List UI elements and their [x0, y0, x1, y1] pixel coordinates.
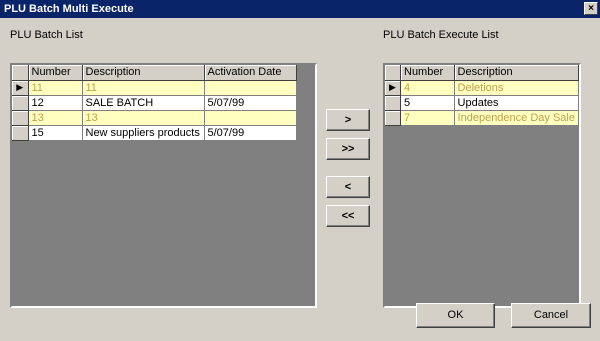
row-indicator-header	[12, 65, 29, 81]
cancel-button[interactable]: Cancel	[511, 303, 591, 328]
cell-number[interactable]: 7	[400, 110, 455, 126]
cell-description[interactable]: 13	[82, 110, 205, 126]
cell-description[interactable]: Updates	[454, 95, 579, 111]
ok-button[interactable]: OK	[416, 303, 495, 328]
cell-date[interactable]: 5/07/99	[204, 95, 297, 111]
row-indicator-header	[385, 65, 401, 81]
table-row[interactable]: ▶ 11 11	[12, 80, 297, 96]
cell-description[interactable]: Independence Day Sale	[454, 110, 579, 126]
cell-number[interactable]: 4	[400, 80, 455, 96]
cell-number[interactable]: 13	[28, 110, 83, 126]
title-bar: PLU Batch Multi Execute ×	[0, 0, 600, 18]
add-selected-button[interactable]: >	[326, 109, 370, 131]
table-row[interactable]: 15 New suppliers products 5/07/99	[12, 125, 297, 141]
column-header-number[interactable]: Number	[400, 65, 455, 81]
window-title: PLU Batch Multi Execute	[4, 3, 134, 15]
row-selector[interactable]	[12, 125, 29, 141]
cell-number[interactable]: 11	[28, 80, 83, 96]
close-button[interactable]: ×	[584, 2, 598, 15]
plu-batch-execute-list-label: PLU Batch Execute List	[383, 29, 499, 41]
plu-batch-execute-list-grid[interactable]: Number Description ▶ 4 Deletions 5 Updates 7 I…	[383, 63, 581, 308]
plu-batch-list-label: PLU Batch List	[10, 29, 83, 41]
table-header-row: Number Description	[385, 65, 579, 81]
close-icon: ×	[588, 3, 594, 14]
row-selector[interactable]	[12, 95, 29, 111]
cell-description[interactable]: Deletions	[454, 80, 579, 96]
row-selector[interactable]	[385, 110, 401, 126]
column-header-number[interactable]: Number	[28, 65, 83, 81]
cell-number[interactable]: 12	[28, 95, 83, 111]
table-header-row: Number Description Activation Date	[12, 65, 297, 81]
column-header-description[interactable]: Description	[454, 65, 579, 81]
cell-description[interactable]: SALE BATCH	[82, 95, 205, 111]
cell-date[interactable]: 5/07/99	[204, 125, 297, 141]
dialog-window: PLU Batch Multi Execute × PLU Batch List…	[0, 0, 600, 341]
row-selector[interactable]	[12, 110, 29, 126]
remove-selected-button[interactable]: <	[326, 176, 370, 198]
plu-batch-list-table: Number Description Activation Date ▶ 11 11…	[12, 65, 297, 141]
table-row[interactable]: ▶ 4 Deletions	[385, 80, 579, 96]
cell-date[interactable]	[204, 110, 297, 126]
cell-description[interactable]: New suppliers products	[82, 125, 205, 141]
row-selector[interactable]	[385, 95, 401, 111]
cell-date[interactable]	[204, 80, 297, 96]
table-row[interactable]: 13 13	[12, 110, 297, 126]
column-header-description[interactable]: Description	[82, 65, 205, 81]
remove-all-button[interactable]: <<	[326, 205, 370, 227]
cell-description[interactable]: 11	[82, 80, 205, 96]
table-row[interactable]: 7 Independence Day Sale	[385, 110, 579, 126]
current-row-arrow-icon[interactable]: ▶	[385, 80, 401, 96]
add-all-button[interactable]: >>	[326, 138, 370, 160]
plu-batch-execute-list-table: Number Description ▶ 4 Deletions 5 Updates 7 I…	[385, 65, 579, 126]
current-row-arrow-icon[interactable]: ▶	[12, 80, 29, 96]
table-row[interactable]: 12 SALE BATCH 5/07/99	[12, 95, 297, 111]
cell-number[interactable]: 15	[28, 125, 83, 141]
cell-number[interactable]: 5	[400, 95, 455, 111]
column-header-activation-date[interactable]: Activation Date	[204, 65, 297, 81]
plu-batch-list-grid[interactable]: Number Description Activation Date ▶ 11 11…	[10, 63, 317, 308]
table-row[interactable]: 5 Updates	[385, 95, 579, 111]
